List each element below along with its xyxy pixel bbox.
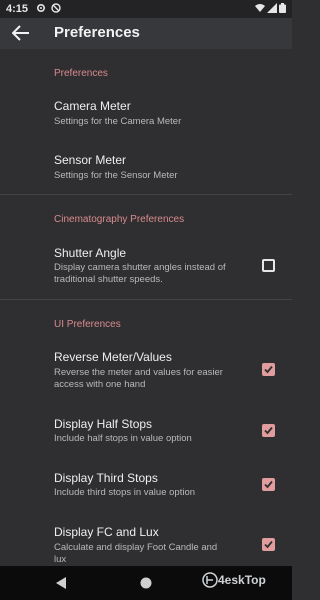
watermark-logo-icon xyxy=(202,572,218,588)
pref-title: Camera Meter xyxy=(54,99,131,113)
pref-subtitle-line-1: Calculate and display Foot Candle and xyxy=(54,542,218,553)
pref-title: Display Third Stops xyxy=(54,471,158,485)
pref-subtitle-line-2: lux xyxy=(54,554,67,565)
shutter-angle-checkbox[interactable] xyxy=(262,259,275,272)
nav-home-icon[interactable] xyxy=(140,577,152,589)
check-icon xyxy=(264,426,273,435)
blocked-icon xyxy=(51,3,61,13)
app-bar: Preferences xyxy=(0,18,292,49)
pref-title: Display FC and Lux xyxy=(54,525,159,539)
pref-subtitle: Settings for the Sensor Meter xyxy=(54,170,178,181)
pref-title: Sensor Meter xyxy=(54,153,127,167)
status-bar: 4:15 xyxy=(0,0,292,18)
divider xyxy=(0,194,292,195)
watermark: 4eskTop xyxy=(200,566,290,596)
third-stops-checkbox[interactable] xyxy=(262,478,275,491)
settings-icon xyxy=(36,3,46,13)
wifi-icon xyxy=(255,4,265,12)
pref-title: Shutter Angle xyxy=(54,246,127,260)
section-header-preferences: Preferences xyxy=(54,68,108,79)
section-header-ui: UI Preferences xyxy=(54,319,121,330)
check-icon xyxy=(264,365,273,374)
pref-subtitle: Include third stops in value option xyxy=(54,487,196,498)
preferences-list[interactable]: Preferences Camera Meter Settings for th… xyxy=(0,49,292,566)
half-stops-checkbox[interactable] xyxy=(262,424,275,437)
check-icon xyxy=(264,480,273,489)
pref-title: Reverse Meter/Values xyxy=(54,350,172,364)
signal-icon xyxy=(267,3,277,13)
status-time: 4:15 xyxy=(6,3,29,15)
nav-back-icon[interactable] xyxy=(56,577,67,589)
pref-subtitle: Include half stops in value option xyxy=(54,433,192,444)
pref-subtitle-line-1: Display camera shutter angles instead of xyxy=(54,262,226,273)
pref-title: Display Half Stops xyxy=(54,417,153,431)
pref-subtitle-line-2: access with one hand xyxy=(54,379,146,390)
divider xyxy=(0,299,292,300)
pref-subtitle: Settings for the Camera Meter xyxy=(54,116,182,127)
fc-lux-checkbox[interactable] xyxy=(262,538,275,551)
battery-icon xyxy=(279,3,286,13)
pref-subtitle-line-1: Reverse the meter and values for easier xyxy=(54,367,223,378)
back-arrow-icon[interactable] xyxy=(12,25,30,41)
section-header-cinematography: Cinematography Preferences xyxy=(54,214,185,225)
pref-subtitle-line-2: traditional shutter speeds. xyxy=(54,274,163,285)
watermark-text: 4eskTop xyxy=(218,573,266,587)
reverse-meter-checkbox[interactable] xyxy=(262,363,275,376)
page-title: Preferences xyxy=(54,24,140,41)
check-icon xyxy=(264,540,273,549)
